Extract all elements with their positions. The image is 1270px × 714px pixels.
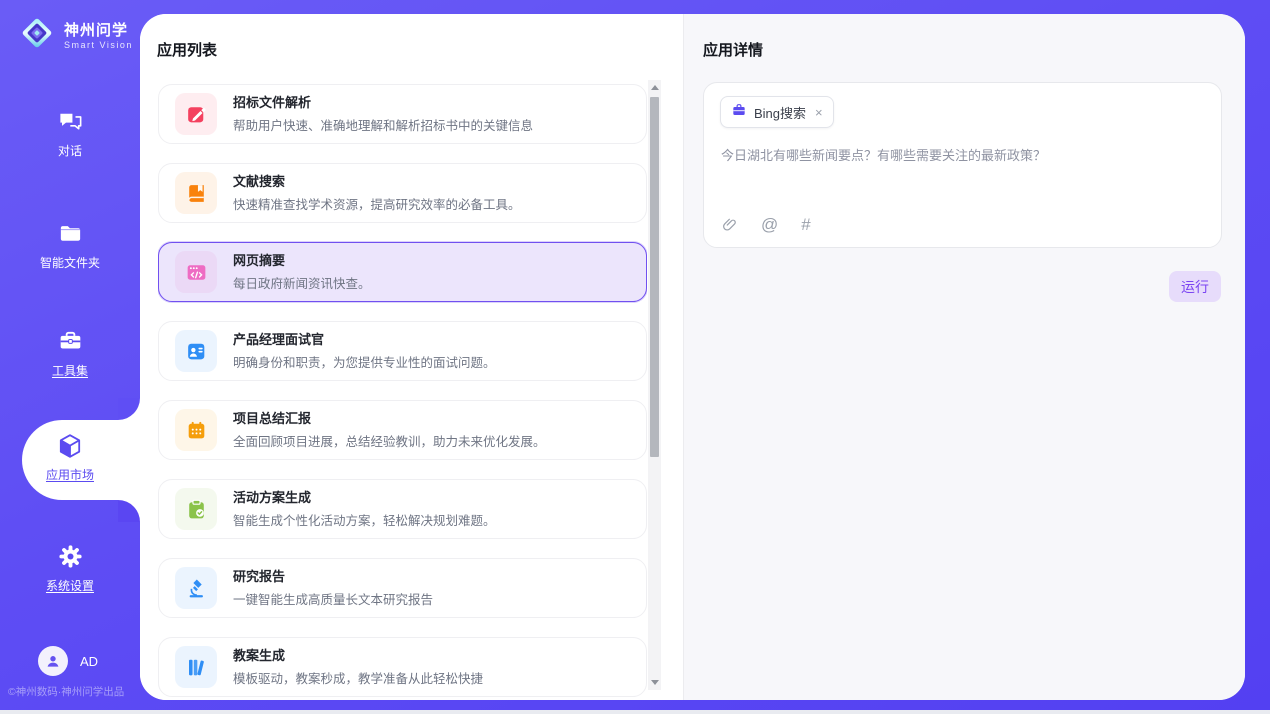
interviewer-icon <box>175 330 217 372</box>
webpage-code-icon <box>175 251 217 293</box>
microscope-icon <box>175 567 217 609</box>
sidebar-item-label: 系统设置 <box>46 577 94 594</box>
brand-subtitle: Smart Vision <box>64 40 133 50</box>
user-profile[interactable]: AD <box>38 646 98 676</box>
app-name: 研究报告 <box>233 568 433 585</box>
books-icon <box>175 646 217 688</box>
bubble-curve-top <box>118 398 140 420</box>
app-card[interactable]: 文献搜索快速精准查找学术资源，提高研究效率的必备工具。 <box>158 163 647 223</box>
app-desc: 每日政府新闻资讯快查。 <box>233 273 371 292</box>
sidebar-item-label: 对话 <box>58 142 82 159</box>
bottom-strip <box>0 710 1270 714</box>
sidebar-item-label: 应用市场 <box>46 466 94 483</box>
scrollbar-thumb[interactable] <box>650 97 659 457</box>
app-name: 教案生成 <box>233 647 483 664</box>
app-desc: 智能生成个性化活动方案，轻松解决规划难题。 <box>233 510 496 529</box>
app-desc: 快速精准查找学术资源，提高研究效率的必备工具。 <box>233 194 521 213</box>
user-avatar-icon <box>38 646 68 676</box>
app-name: 活动方案生成 <box>233 489 496 506</box>
document-edit-icon <box>175 93 217 135</box>
run-button[interactable]: 运行 <box>1169 271 1221 302</box>
content-area: 应用列表 招标文件解析帮助用户快速、准确地理解和解析招标书中的关键信息文献搜索快… <box>140 14 1245 700</box>
folder-icon <box>56 220 84 248</box>
app-list-panel: 应用列表 招标文件解析帮助用户快速、准确地理解和解析招标书中的关键信息文献搜索快… <box>140 14 683 700</box>
tool-tag-bing-search[interactable]: Bing搜索 × <box>720 96 834 128</box>
sidebar-item-app-market[interactable]: 应用市场 <box>0 432 140 484</box>
chat-icon <box>56 108 84 136</box>
tool-tag-label: Bing搜索 <box>754 103 806 122</box>
app-desc: 全面回顾项目进展，总结经验教训，助力未来优化发展。 <box>233 431 546 450</box>
copyright-footer: ©神州数码·神州问学出品 <box>8 684 124 699</box>
app-desc: 明确身份和职责，为您提供专业性的面试问题。 <box>233 352 496 371</box>
diamond-logo-icon <box>18 14 56 57</box>
bubble-curve-bottom <box>118 500 140 522</box>
brand-name: 神州问学 <box>64 22 133 40</box>
sidebar: 神州问学 Smart Vision 对话智能文件夹工具集应用市场系统设置 AD … <box>0 0 140 710</box>
close-icon[interactable]: × <box>815 106 823 119</box>
app-name: 产品经理面试官 <box>233 331 496 348</box>
app-name: 网页摘要 <box>233 252 371 269</box>
app-card[interactable]: 招标文件解析帮助用户快速、准确地理解和解析招标书中的关键信息 <box>158 84 647 144</box>
cube-icon <box>56 432 84 460</box>
app-desc: 模板驱动，教案秒成，教学准备从此轻松快捷 <box>233 668 483 687</box>
book-icon <box>175 172 217 214</box>
sidebar-item-label: 工具集 <box>52 362 88 379</box>
user-name: AD <box>80 654 98 669</box>
sidebar-item-toolset[interactable]: 工具集 <box>0 328 140 380</box>
app-card[interactable]: 教案生成模板驱动，教案秒成，教学准备从此轻松快捷 <box>158 637 647 697</box>
app-card[interactable]: 研究报告一键智能生成高质量长文本研究报告 <box>158 558 647 618</box>
app-list-title: 应用列表 <box>157 39 217 60</box>
app-card[interactable]: 网页摘要每日政府新闻资讯快查。 <box>158 242 647 302</box>
sidebar-item-label: 智能文件夹 <box>40 254 100 271</box>
app-detail-title: 应用详情 <box>703 39 763 60</box>
scroll-down-icon[interactable] <box>651 680 659 685</box>
at-sign-icon[interactable]: @ <box>761 216 778 233</box>
app-detail-panel: 应用详情 Bing搜索 × 今日湖北有哪些新闻要点？有哪些需要关注的最新政策？ … <box>683 14 1245 700</box>
app-desc: 帮助用户快速、准确地理解和解析招标书中的关键信息 <box>233 115 533 134</box>
scroll-up-icon[interactable] <box>651 85 659 90</box>
app-desc: 一键智能生成高质量长文本研究报告 <box>233 589 433 608</box>
query-text[interactable]: 今日湖北有哪些新闻要点？有哪些需要关注的最新政策？ <box>721 145 1205 164</box>
app-card[interactable]: 活动方案生成智能生成个性化活动方案，轻松解决规划难题。 <box>158 479 647 539</box>
app-card[interactable]: 项目总结汇报全面回顾项目进展，总结经验教训，助力未来优化发展。 <box>158 400 647 460</box>
sidebar-item-system-settings[interactable]: 系统设置 <box>0 543 140 595</box>
scrollbar[interactable] <box>648 80 661 690</box>
prompt-card: Bing搜索 × 今日湖北有哪些新闻要点？有哪些需要关注的最新政策？ @ # <box>703 82 1222 248</box>
app-name: 项目总结汇报 <box>233 410 546 427</box>
app-name: 招标文件解析 <box>233 94 533 111</box>
calendar-icon <box>175 409 217 451</box>
hash-icon[interactable]: # <box>801 216 810 233</box>
paperclip-icon[interactable] <box>721 216 738 233</box>
gear-icon <box>56 543 84 571</box>
app-name: 文献搜索 <box>233 173 521 190</box>
briefcase-icon <box>731 102 747 123</box>
app-list: 招标文件解析帮助用户快速、准确地理解和解析招标书中的关键信息文献搜索快速精准查找… <box>158 84 647 700</box>
clipboard-check-icon <box>175 488 217 530</box>
brand-logo: 神州问学 Smart Vision <box>18 14 133 57</box>
toolbox-icon <box>56 328 84 356</box>
app-card[interactable]: 产品经理面试官明确身份和职责，为您提供专业性的面试问题。 <box>158 321 647 381</box>
sidebar-item-smart-folder[interactable]: 智能文件夹 <box>0 220 140 272</box>
sidebar-item-chat[interactable]: 对话 <box>0 108 140 160</box>
